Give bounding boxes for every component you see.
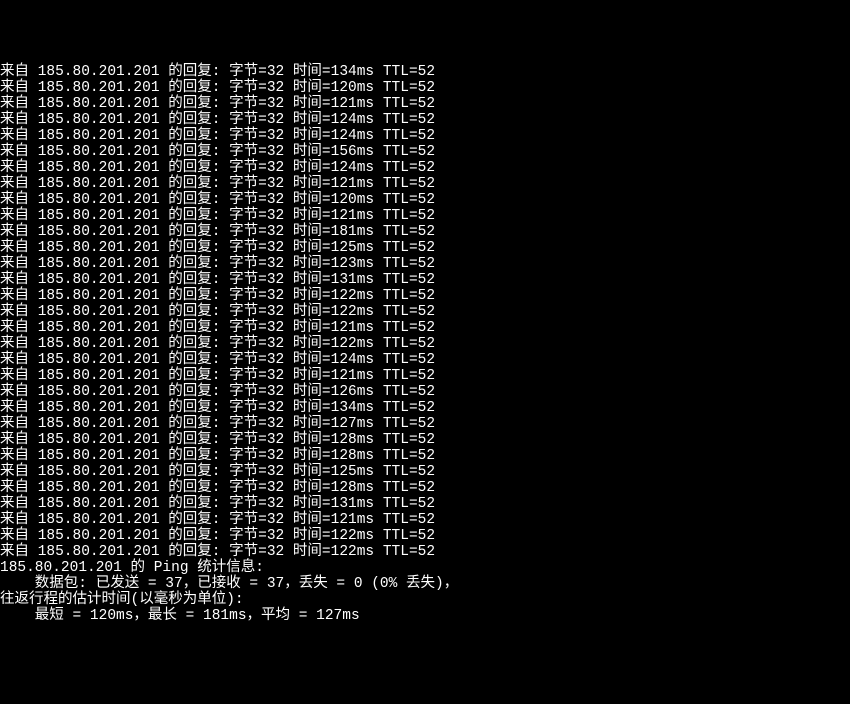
ping-reply-line: 来自 185.80.201.201 的回复: 字节=32 时间=124ms TT… xyxy=(0,352,850,368)
ping-reply-line: 来自 185.80.201.201 的回复: 字节=32 时间=123ms TT… xyxy=(0,256,850,272)
ping-reply-line: 来自 185.80.201.201 的回复: 字节=32 时间=120ms TT… xyxy=(0,192,850,208)
ping-reply-line: 来自 185.80.201.201 的回复: 字节=32 时间=122ms TT… xyxy=(0,336,850,352)
ping-reply-line: 来自 185.80.201.201 的回复: 字节=32 时间=128ms TT… xyxy=(0,448,850,464)
ping-reply-line: 来自 185.80.201.201 的回复: 字节=32 时间=121ms TT… xyxy=(0,176,850,192)
ping-reply-line: 来自 185.80.201.201 的回复: 字节=32 时间=122ms TT… xyxy=(0,528,850,544)
roundtrip-line: 往返行程的估计时间(以毫秒为单位): xyxy=(0,592,850,608)
ping-reply-line: 来自 185.80.201.201 的回复: 字节=32 时间=122ms TT… xyxy=(0,304,850,320)
ping-reply-line: 来自 185.80.201.201 的回复: 字节=32 时间=128ms TT… xyxy=(0,480,850,496)
ping-reply-line: 来自 185.80.201.201 的回复: 字节=32 时间=127ms TT… xyxy=(0,416,850,432)
ping-reply-line: 来自 185.80.201.201 的回复: 字节=32 时间=131ms TT… xyxy=(0,496,850,512)
ping-reply-line: 来自 185.80.201.201 的回复: 字节=32 时间=124ms TT… xyxy=(0,128,850,144)
ping-reply-line: 来自 185.80.201.201 的回复: 字节=32 时间=134ms TT… xyxy=(0,400,850,416)
ping-reply-line: 来自 185.80.201.201 的回复: 字节=32 时间=121ms TT… xyxy=(0,512,850,528)
packets-line: 数据包: 已发送 = 37，已接收 = 37，丢失 = 0 (0% 丢失)， xyxy=(0,576,850,592)
ping-reply-line: 来自 185.80.201.201 的回复: 字节=32 时间=121ms TT… xyxy=(0,368,850,384)
stats-ip: 185.80.201.201 xyxy=(0,560,122,576)
minmax-line: 最短 = 120ms，最长 = 181ms，平均 = 127ms xyxy=(0,608,850,624)
ping-reply-line: 来自 185.80.201.201 的回复: 字节=32 时间=121ms TT… xyxy=(0,320,850,336)
ping-reply-line: 来自 185.80.201.201 的回复: 字节=32 时间=121ms TT… xyxy=(0,96,850,112)
stats-header-suffix: 的 Ping 统计信息: xyxy=(122,560,264,576)
ping-reply-line: 来自 185.80.201.201 的回复: 字节=32 时间=131ms TT… xyxy=(0,272,850,288)
ping-reply-line: 来自 185.80.201.201 的回复: 字节=32 时间=121ms TT… xyxy=(0,208,850,224)
ping-reply-line: 来自 185.80.201.201 的回复: 字节=32 时间=124ms TT… xyxy=(0,112,850,128)
ping-reply-line: 来自 185.80.201.201 的回复: 字节=32 时间=120ms TT… xyxy=(0,80,850,96)
ping-reply-line: 来自 185.80.201.201 的回复: 字节=32 时间=134ms TT… xyxy=(0,64,850,80)
ping-reply-line: 来自 185.80.201.201 的回复: 字节=32 时间=126ms TT… xyxy=(0,384,850,400)
ping-reply-line: 来自 185.80.201.201 的回复: 字节=32 时间=181ms TT… xyxy=(0,224,850,240)
ping-reply-line: 来自 185.80.201.201 的回复: 字节=32 时间=122ms TT… xyxy=(0,544,850,560)
ping-reply-line: 来自 185.80.201.201 的回复: 字节=32 时间=122ms TT… xyxy=(0,288,850,304)
ping-reply-line: 来自 185.80.201.201 的回复: 字节=32 时间=124ms TT… xyxy=(0,160,850,176)
terminal-output: 来自 185.80.201.201 的回复: 字节=32 时间=134ms TT… xyxy=(0,64,850,624)
ping-reply-line: 来自 185.80.201.201 的回复: 字节=32 时间=125ms TT… xyxy=(0,464,850,480)
stats-header-line: 185.80.201.201 的 Ping 统计信息: xyxy=(0,560,850,576)
ping-reply-line: 来自 185.80.201.201 的回复: 字节=32 时间=156ms TT… xyxy=(0,144,850,160)
ping-reply-line: 来自 185.80.201.201 的回复: 字节=32 时间=128ms TT… xyxy=(0,432,850,448)
ping-reply-line: 来自 185.80.201.201 的回复: 字节=32 时间=125ms TT… xyxy=(0,240,850,256)
